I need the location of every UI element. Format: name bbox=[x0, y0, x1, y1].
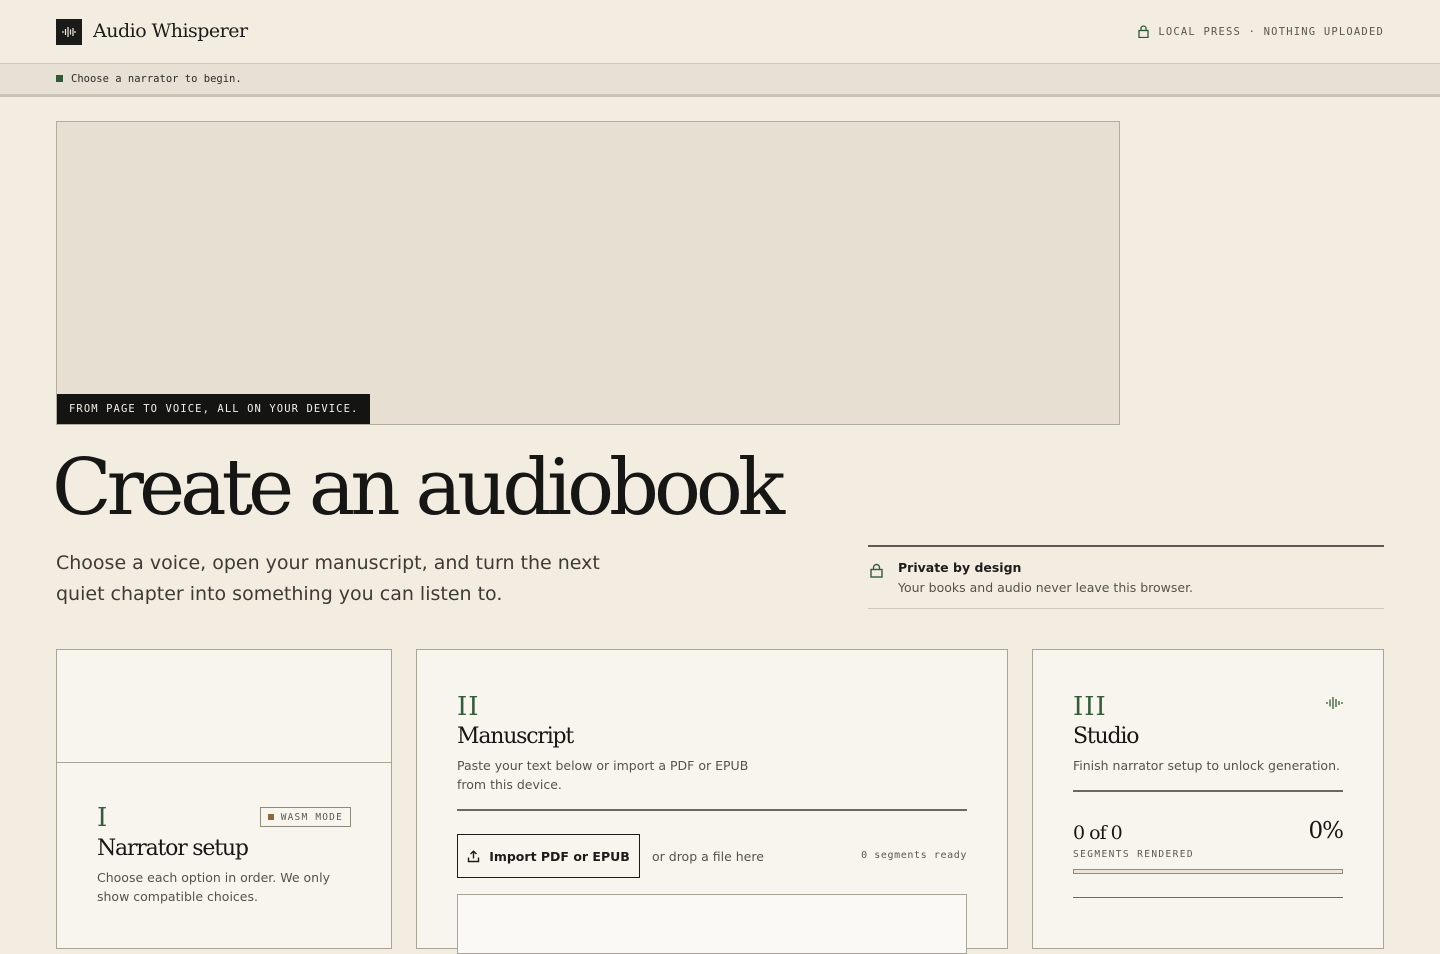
narrator-setup-title: Narrator setup bbox=[97, 836, 249, 861]
wasm-mode-badge: WASM MODE bbox=[259, 807, 351, 827]
segments-ready-count: 0 segments ready bbox=[861, 850, 967, 861]
divider bbox=[1073, 897, 1343, 898]
hero-image: FROM PAGE TO VOICE, ALL ON YOUR DEVICE. bbox=[56, 121, 1120, 425]
wasm-mode-label: WASM MODE bbox=[280, 811, 343, 823]
badge-indicator bbox=[267, 814, 274, 820]
brand-name[interactable]: Audio Whisperer bbox=[93, 20, 248, 42]
hero-caption: FROM PAGE TO VOICE, ALL ON YOUR DEVICE. bbox=[57, 394, 371, 424]
import-file-button[interactable]: Import PDF or EPUB bbox=[457, 834, 640, 878]
manuscript-description: Paste your text below or import a PDF or… bbox=[457, 758, 749, 792]
upload-icon bbox=[467, 849, 480, 862]
narrator-setup-card: I WASM MODE Narrator setup Choose each o… bbox=[56, 649, 392, 949]
studio-title: Studio bbox=[1073, 724, 1139, 749]
top-bar: Audio Whisperer LOCAL PRESS · NOTHING UP… bbox=[0, 0, 1440, 64]
segments-rendered-label: SEGMENTS RENDERED bbox=[1073, 849, 1195, 860]
narrator-preview-area bbox=[57, 650, 391, 763]
privacy-title: Private by design bbox=[898, 560, 1022, 575]
step-numeral: I bbox=[97, 803, 109, 833]
drop-hint: or drop a file here bbox=[652, 849, 764, 864]
step-numeral: II bbox=[457, 692, 480, 722]
manuscript-textarea[interactable] bbox=[457, 894, 967, 954]
studio-description: Finish narrator setup to unlock generati… bbox=[1073, 758, 1340, 773]
page-title: Create an audiobook bbox=[52, 443, 785, 533]
manuscript-title: Manuscript bbox=[457, 724, 574, 749]
privacy-status: LOCAL PRESS · NOTHING UPLOADED bbox=[1138, 25, 1384, 38]
render-progress-bar bbox=[1073, 869, 1343, 874]
segments-rendered-count: 0 of 0 bbox=[1073, 822, 1123, 844]
divider bbox=[457, 809, 967, 811]
privacy-text: Your books and audio never leave this br… bbox=[898, 580, 1194, 595]
step-numeral: III bbox=[1073, 692, 1107, 722]
waveform-logo-icon[interactable] bbox=[56, 19, 82, 45]
narrator-setup-description: Choose each option in order. We only sho… bbox=[97, 870, 330, 904]
waveform-icon bbox=[1326, 697, 1343, 709]
status-bar: Choose a narrator to begin. bbox=[0, 64, 1440, 97]
privacy-note: Private by design Your books and audio n… bbox=[868, 545, 1384, 609]
divider bbox=[1073, 790, 1343, 792]
status-indicator bbox=[56, 75, 63, 82]
render-percentage: 0% bbox=[1308, 818, 1344, 844]
manuscript-card: II Manuscript Paste your text below or i… bbox=[416, 649, 1008, 954]
page-subtitle: Choose a voice, open your manuscript, an… bbox=[56, 552, 600, 605]
status-message: Choose a narrator to begin. bbox=[71, 73, 242, 85]
privacy-status-text: LOCAL PRESS · NOTHING UPLOADED bbox=[1158, 25, 1384, 38]
lock-icon bbox=[1138, 25, 1149, 38]
import-button-label: Import PDF or EPUB bbox=[489, 848, 630, 864]
lock-icon bbox=[870, 563, 883, 578]
studio-card: III Studio Finish narrator setup to unlo… bbox=[1032, 649, 1384, 949]
